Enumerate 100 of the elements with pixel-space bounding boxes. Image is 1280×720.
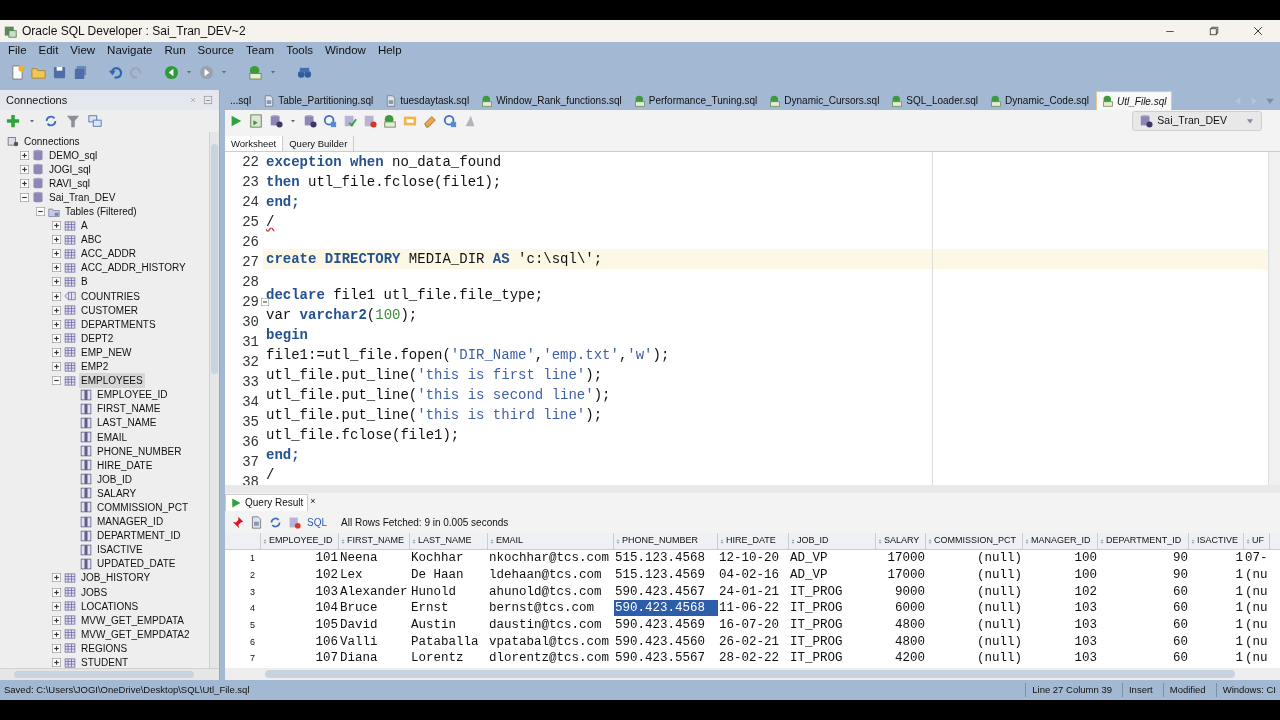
- table-cell[interactable]: 17000: [876, 550, 926, 567]
- tree-item[interactable]: COUNTRIES: [79, 288, 142, 304]
- table-cell[interactable]: IT_PROG: [789, 633, 876, 650]
- table-cell[interactable]: (nu: [1244, 567, 1270, 584]
- table-cell[interactable]: 1: [1189, 567, 1244, 584]
- tree-item[interactable]: PHONE_NUMBER: [95, 443, 184, 459]
- menu-item[interactable]: Help: [371, 42, 408, 60]
- table-cell[interactable]: (nu: [1244, 600, 1270, 617]
- table-cell[interactable]: 590.423.4569: [614, 617, 718, 634]
- table-cell[interactable]: Austin: [410, 617, 488, 634]
- menu-item[interactable]: Window: [319, 42, 372, 60]
- table-cell[interactable]: IT_PROG: [789, 583, 876, 600]
- column-header[interactable]: ISACTIVE: [1189, 533, 1244, 550]
- table-cell[interactable]: 1: [1189, 650, 1244, 667]
- tree-item[interactable]: Sai_Tran_DEV: [47, 189, 118, 205]
- table-cell[interactable]: 60: [1098, 583, 1189, 600]
- table-cell[interactable]: IT_PROG: [789, 600, 876, 617]
- table-cell[interactable]: (nu: [1244, 617, 1270, 634]
- tree-item[interactable]: CUSTOMER: [79, 302, 141, 318]
- table-cell[interactable]: AD_VP: [789, 567, 876, 584]
- column-header[interactable]: JOB_ID: [789, 533, 876, 550]
- tree-item[interactable]: UPDATED_DATE: [95, 556, 178, 572]
- tree-item[interactable]: MVW_GET_EMPDATA: [79, 612, 186, 628]
- table-cell[interactable]: 103: [1023, 633, 1098, 650]
- tree-item[interactable]: LOCATIONS: [79, 598, 141, 614]
- table-cell[interactable]: (null): [926, 550, 1023, 567]
- tree-item[interactable]: ISACTIVE: [95, 542, 145, 558]
- table-cell[interactable]: Alexander: [339, 583, 410, 600]
- table-cell[interactable]: 106: [261, 633, 339, 650]
- tree-item[interactable]: JOGI_sql: [47, 161, 93, 177]
- tree-item[interactable]: ACC_ADDR: [79, 246, 138, 262]
- table-cell[interactable]: 17000: [876, 567, 926, 584]
- column-header[interactable]: COMMISSION_PCT: [926, 533, 1023, 550]
- tree-item[interactable]: RAVI_sql: [47, 175, 92, 191]
- table-cell[interactable]: Pataballa: [410, 633, 488, 650]
- table-cell[interactable]: vpatabal@tcs.com: [488, 633, 614, 650]
- table-cell[interactable]: 28-02-22: [718, 650, 789, 667]
- table-cell[interactable]: (null): [926, 567, 1023, 584]
- table-cell[interactable]: 107: [261, 650, 339, 667]
- table-cell[interactable]: daustin@tcs.com: [488, 617, 614, 634]
- table-cell[interactable]: (nu: [1244, 650, 1270, 667]
- table-cell[interactable]: Ernst: [410, 600, 488, 617]
- table-cell[interactable]: 515.123.4568: [614, 550, 718, 567]
- table-cell[interactable]: 60: [1098, 633, 1189, 650]
- editor-tab[interactable]: Performance_Tuning.sql: [628, 91, 763, 110]
- tree-item[interactable]: FIRST_NAME: [95, 401, 163, 417]
- table-cell[interactable]: 90: [1098, 567, 1189, 584]
- table-cell[interactable]: 6000: [876, 600, 926, 617]
- table-cell[interactable]: 105: [261, 617, 339, 634]
- tree-item[interactable]: DEPARTMENTS: [79, 316, 158, 332]
- tree-item[interactable]: EMP_NEW: [79, 344, 134, 360]
- table-cell[interactable]: 590.423.4567: [614, 583, 718, 600]
- table-cell[interactable]: 4800: [876, 633, 926, 650]
- table-cell[interactable]: (nu: [1244, 583, 1270, 600]
- connection-dropdown[interactable]: Sai_Tran_DEV: [1132, 111, 1262, 131]
- table-cell[interactable]: 101: [261, 550, 339, 567]
- table-cell[interactable]: 60: [1098, 650, 1189, 667]
- table-cell[interactable]: Neena: [339, 550, 410, 567]
- tree-item[interactable]: Tables (Filtered): [63, 204, 139, 219]
- table-cell[interactable]: 103: [261, 583, 339, 600]
- table-cell[interactable]: AD_VP: [789, 550, 876, 567]
- table-cell[interactable]: (null): [926, 600, 1023, 617]
- table-cell[interactable]: 1: [1189, 600, 1244, 617]
- tree-item[interactable]: DEPT2: [79, 330, 116, 346]
- tree-item[interactable]: ABC: [79, 232, 104, 248]
- menu-item[interactable]: Run: [158, 42, 192, 60]
- table-cell[interactable]: 4200: [876, 650, 926, 667]
- menu-item[interactable]: Team: [240, 42, 281, 60]
- tree-item[interactable]: B: [79, 274, 90, 290]
- tree-item[interactable]: Connections: [22, 133, 82, 149]
- tree-item[interactable]: EMPLOYEES: [79, 373, 145, 389]
- editor-tab[interactable]: Table_Partitioning.sql: [258, 91, 379, 110]
- table-cell[interactable]: 60: [1098, 617, 1189, 634]
- table-cell[interactable]: (null): [926, 583, 1023, 600]
- worksheet-tab[interactable]: Query Builder: [283, 136, 355, 151]
- tree-item[interactable]: COMMISSION_PCT: [95, 500, 191, 515]
- tree-item[interactable]: JOBS: [79, 584, 110, 600]
- table-cell[interactable]: David: [339, 617, 410, 634]
- table-cell[interactable]: 100: [1023, 567, 1098, 584]
- table-cell[interactable]: 1: [1189, 633, 1244, 650]
- column-header[interactable]: DEPARTMENT_ID: [1098, 533, 1189, 550]
- table-cell[interactable]: Lorentz: [410, 650, 488, 667]
- table-cell[interactable]: Hunold: [410, 583, 488, 600]
- table-cell[interactable]: 60: [1098, 600, 1189, 617]
- column-header[interactable]: HIRE_DATE: [718, 533, 789, 550]
- table-cell[interactable]: 90: [1098, 550, 1189, 567]
- tree-item[interactable]: STUDENT: [79, 655, 131, 668]
- column-header[interactable]: PHONE_NUMBER: [614, 533, 718, 550]
- table-cell[interactable]: (null): [926, 633, 1023, 650]
- table-cell[interactable]: (nu: [1244, 633, 1270, 650]
- editor-tab[interactable]: Dynamic_Code.sql: [985, 91, 1094, 110]
- close-button[interactable]: ×: [310, 495, 316, 509]
- menu-item[interactable]: View: [64, 42, 102, 60]
- table-cell[interactable]: 1: [1189, 583, 1244, 600]
- table-cell[interactable]: 102: [1023, 583, 1098, 600]
- table-cell[interactable]: Valli: [339, 633, 410, 650]
- editor-tab[interactable]: Utl_File.sql: [1096, 91, 1173, 110]
- tree-item[interactable]: JOB_HISTORY: [79, 570, 153, 586]
- table-cell[interactable]: 24-01-21: [718, 583, 789, 600]
- tree-item[interactable]: DEMO_sql: [47, 147, 100, 163]
